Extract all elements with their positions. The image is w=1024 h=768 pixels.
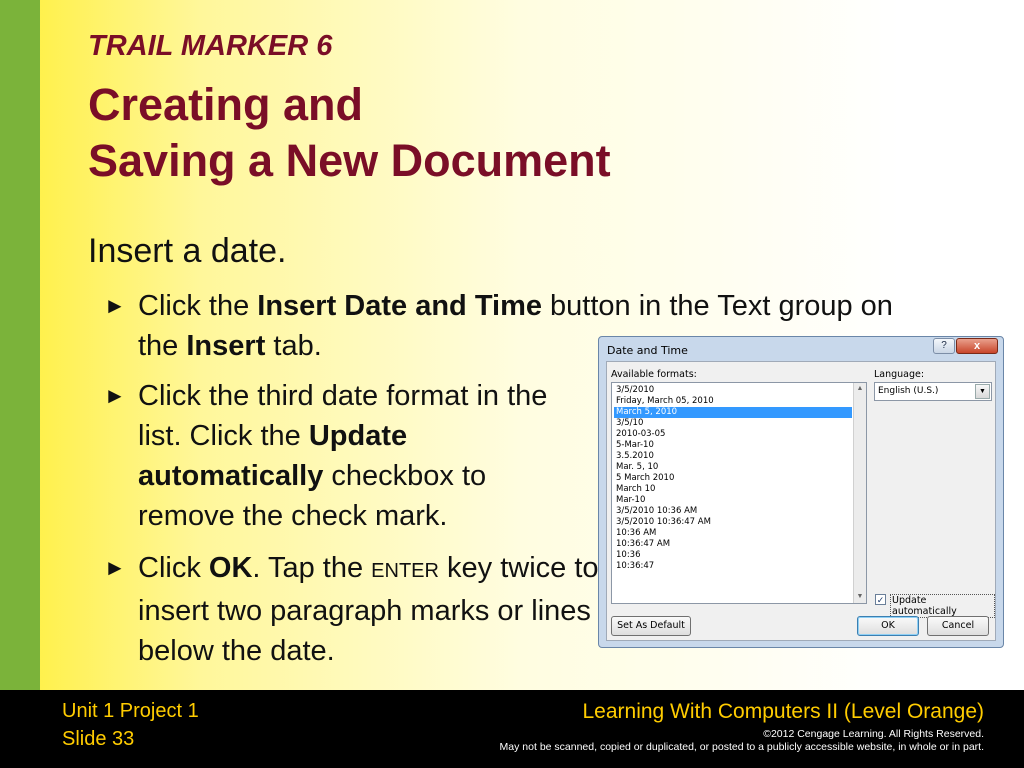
format-list-item[interactable]: March 10	[614, 484, 852, 495]
cancel-button[interactable]: Cancel	[927, 616, 989, 636]
footer-unit: Unit 1 Project 1	[62, 700, 199, 722]
format-list-item[interactable]: Mar. 5, 10	[614, 462, 852, 473]
format-list-item[interactable]: 10:36	[614, 550, 852, 561]
language-label: Language:	[874, 369, 925, 380]
close-button[interactable]: x	[956, 338, 998, 354]
update-automatically-label[interactable]: Update automatically	[890, 594, 995, 618]
format-list-item[interactable]: 10:36:47 AM	[614, 539, 852, 550]
format-list-item[interactable]: 5 March 2010	[614, 473, 852, 484]
help-button[interactable]: ?	[933, 338, 955, 354]
bullet-3-text: Click OK. Tap the ENTER key twice to ins…	[138, 552, 599, 667]
format-list-item[interactable]: 2010-03-05	[614, 429, 852, 440]
format-list-item[interactable]: March 5, 2010	[614, 407, 852, 418]
set-as-default-button[interactable]: Set As Default	[611, 616, 691, 636]
slide-footer: Unit 1 Project 1 Slide 33 Learning With …	[0, 690, 1024, 768]
available-formats-label: Available formats:	[611, 369, 697, 380]
footer-course-title: Learning With Computers II (Level Orange…	[582, 700, 984, 723]
format-list-item[interactable]: 10:36:47	[614, 561, 852, 572]
ok-button[interactable]: OK	[857, 616, 919, 636]
language-select[interactable]: English (U.S.) ▼	[874, 382, 992, 401]
chevron-down-icon[interactable]: ▼	[975, 384, 990, 399]
formats-list[interactable]: ▲ ▼ 3/5/2010 Friday, March 05, 2010 March …	[611, 382, 867, 604]
slide: TRAIL MARKER 6 Creating and Saving a New…	[0, 0, 1024, 690]
trail-marker-label: TRAIL MARKER 6	[88, 30, 333, 62]
bullet-2: ► Click the third date format in the lis…	[104, 376, 584, 536]
format-list-item[interactable]: Friday, March 05, 2010	[614, 396, 852, 407]
bullet-arrow-icon: ►	[104, 555, 126, 580]
bullet-3: ► Click OK. Tap the ENTER key twice to i…	[104, 548, 604, 671]
format-list-item[interactable]: 10:36 AM	[614, 528, 852, 539]
footer-rights-notice: May not be scanned, copied or duplicated…	[499, 741, 984, 753]
footer-slide-number: Slide 33	[62, 728, 135, 750]
format-list-item[interactable]: 5-Mar-10	[614, 440, 852, 451]
format-list-item[interactable]: 3.5.2010	[614, 451, 852, 462]
slide-title: Creating and Saving a New Document	[88, 77, 611, 189]
accent-bar	[0, 0, 40, 690]
scroll-up-icon[interactable]: ▲	[854, 383, 866, 395]
dialog-title: Date and Time	[607, 344, 688, 357]
title-line-1: Creating and	[88, 79, 364, 130]
format-list-item[interactable]: 3/5/2010 10:36 AM	[614, 506, 852, 517]
format-list-item[interactable]: Mar-10	[614, 495, 852, 506]
format-list-item[interactable]: 3/5/10	[614, 418, 852, 429]
title-line-2: Saving a New Document	[88, 135, 611, 186]
dialog-body: Available formats: ▲ ▼ 3/5/2010 Friday, M…	[606, 361, 996, 641]
scroll-down-icon[interactable]: ▼	[854, 591, 866, 603]
bullet-arrow-icon: ►	[104, 293, 126, 318]
slide-subheading: Insert a date.	[88, 232, 287, 270]
formats-scrollbar[interactable]: ▲ ▼	[853, 383, 866, 603]
date-time-dialog: Date and Time ? x Available formats: ▲ ▼…	[598, 336, 1004, 648]
bullet-arrow-icon: ►	[104, 383, 126, 408]
language-value: English (U.S.)	[878, 386, 939, 396]
update-automatically-checkbox[interactable]: ✓	[875, 594, 886, 605]
footer-copyright: ©2012 Cengage Learning. All Rights Reser…	[763, 728, 984, 740]
format-list-item[interactable]: 3/5/2010	[614, 385, 852, 396]
bullet-2-text: Click the third date format in the list.…	[138, 380, 548, 532]
format-list-item[interactable]: 3/5/2010 10:36:47 AM	[614, 517, 852, 528]
